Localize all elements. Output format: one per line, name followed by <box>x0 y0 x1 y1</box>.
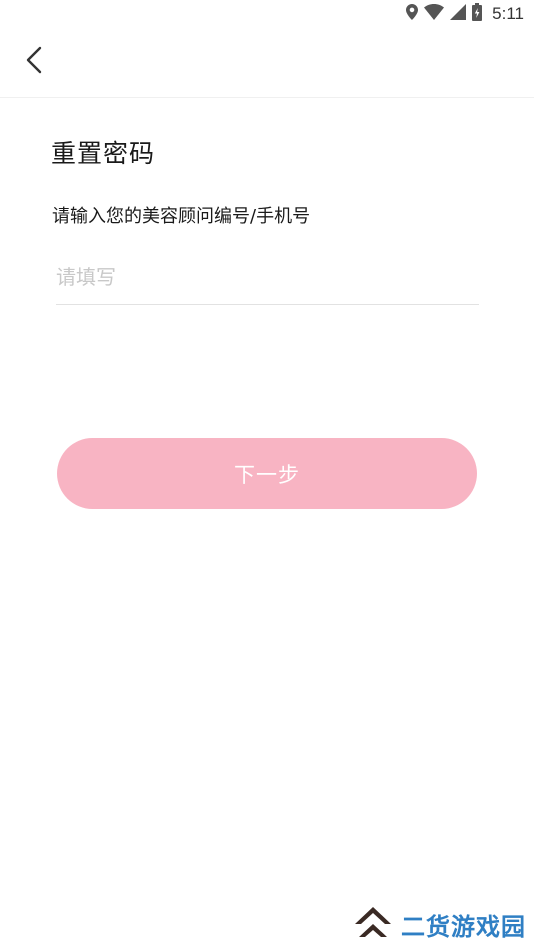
back-button[interactable] <box>14 42 54 82</box>
next-button[interactable]: 下一步 <box>57 438 477 509</box>
location-icon <box>406 4 419 24</box>
watermark-text: 二货游戏园 <box>401 912 526 941</box>
input-wrap <box>56 252 479 305</box>
nav-bar <box>0 28 534 98</box>
signal-icon <box>450 4 467 24</box>
status-icons: 5:11 <box>406 3 524 25</box>
chevron-left-icon <box>25 46 43 78</box>
battery-icon <box>472 3 483 25</box>
double-chevron-up-icon <box>351 904 395 944</box>
page-title: 重置密码 <box>51 139 156 168</box>
wifi-icon <box>424 4 445 24</box>
status-time: 5:11 <box>492 4 524 23</box>
field-label: 请输入您的美容顾问编号/手机号 <box>52 206 311 227</box>
consultant-id-phone-input[interactable] <box>56 252 479 302</box>
watermark: 二货游戏园 <box>351 904 526 944</box>
status-bar: 5:11 <box>0 0 534 28</box>
